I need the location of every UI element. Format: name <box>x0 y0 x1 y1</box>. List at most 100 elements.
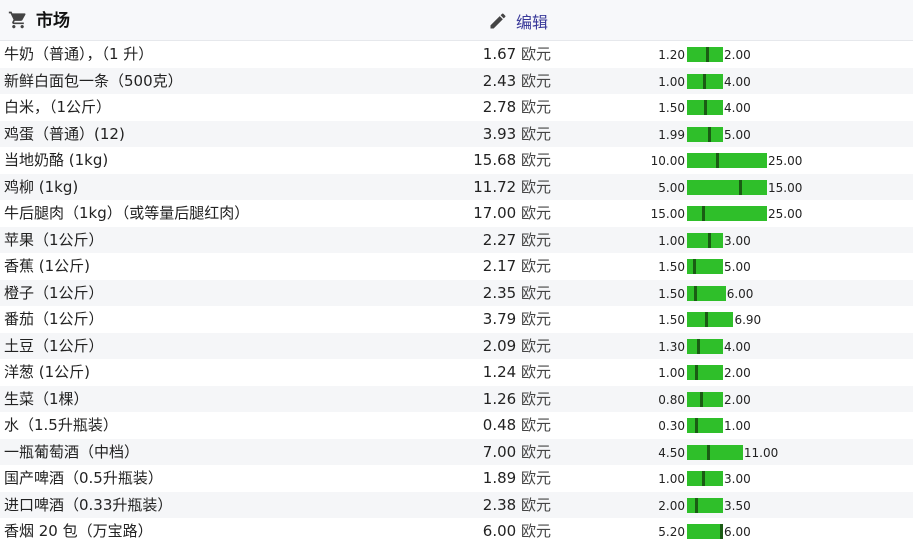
range-min-label: 1.99 <box>658 127 685 142</box>
price-marker <box>703 100 707 115</box>
price-range: 4.50 11.00 <box>640 439 880 465</box>
price-currency: 欧元 <box>520 257 551 275</box>
panel-header: 市场 编辑 <box>0 0 913 41</box>
price-marker <box>716 153 720 168</box>
item-name: 鸡蛋（普通）(12) <box>4 124 125 143</box>
range-max-label: 4.00 <box>724 101 751 115</box>
price-range: 1.50 4.00 <box>640 94 880 120</box>
range-min-label: 1.00 <box>658 472 685 486</box>
range-max-label: 25.00 <box>768 154 803 168</box>
range-bar <box>687 338 723 354</box>
range-min-label: 1.50 <box>658 313 685 327</box>
range-max-label: 5.00 <box>724 127 751 142</box>
price-currency: 欧元 <box>520 230 551 249</box>
price-range: 1.99 5.00 <box>640 121 880 147</box>
range-max-label: 2.00 <box>724 48 751 62</box>
price-marker <box>707 232 711 248</box>
price-marker <box>707 444 711 460</box>
item-price: 2.38 欧元 <box>440 492 551 518</box>
price-marker <box>693 285 697 301</box>
range-bar <box>687 365 723 380</box>
price-value: 7.00 <box>482 442 517 461</box>
item-name: 香烟 20 包（万宝路） <box>4 522 153 540</box>
range-min-label: 0.80 <box>658 392 685 407</box>
item-name: 牛奶（普通），（1 升） <box>4 45 154 63</box>
price-currency: 欧元 <box>520 469 551 487</box>
market-prices-panel: 市场 编辑 牛奶（普通），（1 升） 1.67 欧元 1.20 2.00 新鲜白面包一条… <box>0 0 913 545</box>
price-range: 1.00 3.00 <box>640 465 880 491</box>
price-range: 1.00 4.00 <box>640 68 880 94</box>
range-bar <box>687 232 723 248</box>
price-marker <box>702 73 706 89</box>
table-row: 一瓶葡萄酒（中档） 7.00 欧元 4.50 11.00 <box>0 438 913 465</box>
item-name: 番茄（1公斤） <box>4 310 104 328</box>
item-price: 2.78 欧元 <box>440 94 551 120</box>
item-price: 1.67 欧元 <box>440 41 551 67</box>
item-name: 水（1.5升瓶装） <box>4 416 118 434</box>
table-row: 鸡柳 (1kg) 11.72 欧元 5.00 15.00 <box>0 173 913 200</box>
edit-button[interactable]: 编辑 <box>488 9 548 33</box>
item-price: 1.26 欧元 <box>440 386 551 412</box>
price-range: 1.00 2.00 <box>640 359 880 385</box>
item-price: 11.72 欧元 <box>440 174 551 200</box>
table-row: 鸡蛋（普通）(12) 3.93 欧元 1.99 5.00 <box>0 120 913 147</box>
table-row: 国产啤酒（0.5升瓶装） 1.89 欧元 1.00 3.00 <box>0 465 913 492</box>
item-price: 2.09 欧元 <box>440 333 551 359</box>
range-min-label: 2.00 <box>658 498 685 513</box>
range-min-label: 15.00 <box>650 207 685 221</box>
price-range: 5.00 15.00 <box>640 174 880 200</box>
range-min-label: 5.00 <box>658 180 685 195</box>
table-row: 洋葱 (1公斤) 1.24 欧元 1.00 2.00 <box>0 359 913 386</box>
range-min-label: 1.50 <box>658 101 685 115</box>
price-currency: 欧元 <box>520 522 551 540</box>
range-max-label: 15.00 <box>768 180 803 195</box>
item-price: 7.00 欧元 <box>440 439 551 465</box>
price-currency: 欧元 <box>520 363 551 381</box>
table-row: 白米，（1公斤） 2.78 欧元 1.50 4.00 <box>0 94 913 121</box>
price-currency: 欧元 <box>520 204 551 222</box>
price-currency: 欧元 <box>520 495 551 514</box>
range-bar <box>687 471 723 486</box>
range-bar <box>687 47 723 62</box>
item-name: 橙子（1公斤） <box>4 283 104 302</box>
price-currency: 欧元 <box>520 71 551 90</box>
price-marker <box>706 47 710 62</box>
price-value: 2.78 <box>482 98 517 116</box>
price-currency: 欧元 <box>520 124 551 143</box>
price-currency: 欧元 <box>520 45 551 63</box>
price-marker <box>696 338 700 354</box>
item-name: 牛后腿肉（1kg）（或等量后腿红肉） <box>4 204 250 222</box>
price-marker <box>720 524 723 539</box>
price-currency: 欧元 <box>520 283 551 302</box>
price-marker <box>738 179 742 195</box>
range-min-label: 1.20 <box>658 48 685 62</box>
item-price: 2.17 欧元 <box>440 253 551 279</box>
price-marker <box>694 365 698 380</box>
item-price: 2.27 欧元 <box>440 227 551 253</box>
price-marker <box>699 391 703 407</box>
price-value: 0.48 <box>482 416 517 434</box>
price-range: 15.00 25.00 <box>640 200 880 226</box>
price-currency: 欧元 <box>520 151 551 169</box>
table-row: 橙子（1公斤） 2.35 欧元 1.50 6.00 <box>0 279 913 306</box>
price-value: 2.38 <box>482 495 517 514</box>
price-currency: 欧元 <box>520 98 551 116</box>
price-currency: 欧元 <box>520 310 551 328</box>
item-name: 洋葱 (1公斤) <box>4 363 91 381</box>
price-marker <box>695 418 699 433</box>
table-row: 苹果（1公斤） 2.27 欧元 1.00 3.00 <box>0 226 913 253</box>
table-row: 土豆（1公斤） 2.09 欧元 1.30 4.00 <box>0 332 913 359</box>
price-range: 0.80 2.00 <box>640 386 880 412</box>
range-bar <box>687 391 723 407</box>
range-max-label: 2.00 <box>724 366 751 380</box>
range-max-label: 3.00 <box>724 472 751 486</box>
price-value: 11.72 <box>473 177 517 196</box>
range-max-label: 6.00 <box>726 286 754 301</box>
price-range: 1.50 6.90 <box>640 306 880 332</box>
price-value: 2.09 <box>482 336 517 355</box>
range-max-label: 2.00 <box>724 392 751 407</box>
page-title: 市场 <box>36 11 70 31</box>
price-marker <box>701 471 705 486</box>
price-range: 1.50 5.00 <box>640 253 880 279</box>
item-name: 国产啤酒（0.5升瓶装） <box>4 469 163 487</box>
